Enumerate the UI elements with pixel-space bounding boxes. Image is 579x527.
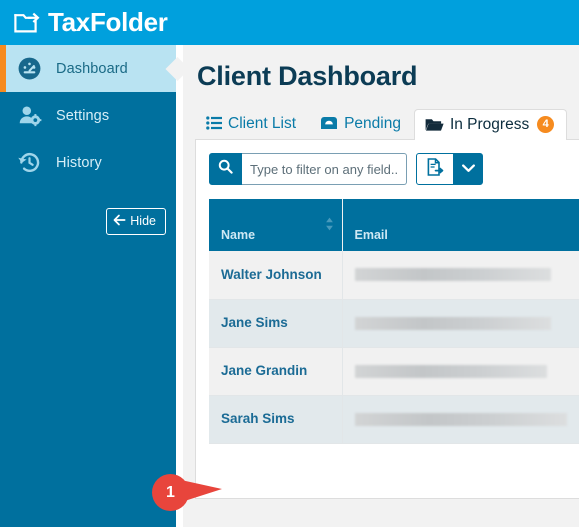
arrow-left-icon [113,214,126,229]
app-window: TaxFolder Dashboard Settings History Hid… [0,0,579,527]
hide-button-container: Hide [0,186,176,235]
cell-email [342,395,579,444]
search-input[interactable] [242,153,407,185]
column-header-email[interactable]: Email [342,199,579,251]
cell-email [342,299,579,348]
table-row[interactable]: Sarah Sims [209,395,579,444]
tab-label: In Progress [449,115,530,133]
sidebar-item-settings[interactable]: Settings [0,92,176,139]
redacted-email [354,364,547,378]
export-options-dropdown[interactable] [454,153,483,185]
dashboard-gauge-icon [16,56,42,82]
column-header-label: Name [221,228,256,242]
search-button[interactable] [209,153,242,185]
folder-arrow-icon [14,12,40,34]
magnifier-icon [218,159,233,179]
redacted-email [354,316,551,330]
table-head: Name Email [209,199,579,251]
sidebar-item-history[interactable]: History [0,139,176,186]
sidebar-item-dashboard[interactable]: Dashboard [0,45,176,92]
user-gear-icon [16,103,42,129]
sidebar-item-label: Settings [56,107,110,124]
hide-button-label: Hide [130,214,156,228]
page-title: Client Dashboard [197,61,418,91]
inbox-icon [320,116,338,131]
hide-sidebar-button[interactable]: Hide [106,208,166,235]
brand-header: TaxFolder [0,0,579,45]
chevron-down-icon [462,160,475,178]
sort-icon[interactable] [325,217,334,234]
content-panel: Name Email [195,139,579,499]
table-row[interactable]: Jane Sims [209,299,579,348]
search-group [209,153,407,185]
cell-email [342,347,579,396]
tab-badge-count: 4 [537,115,555,133]
tab-label: Client List [228,114,297,132]
column-header-name[interactable]: Name [209,199,343,251]
tab-client-list[interactable]: Client List [195,108,309,139]
redacted-email [354,412,567,426]
tab-label: Pending [344,114,401,132]
table-body: Walter Johnson Jane Sims Jane Grandin Sa… [209,251,579,444]
export-button-group [416,153,483,185]
column-header-label: Email [354,228,388,242]
table-header-row: Name Email [209,199,579,251]
client-table-container: Name Email Walter Johnson Jane Sims Jane… [209,199,579,444]
document-export-icon [427,157,444,181]
sidebar-item-label: History [56,154,102,171]
cell-name: Jane Grandin [209,347,343,396]
redacted-email [354,268,551,282]
cell-email [342,251,579,300]
open-folder-icon [425,117,444,132]
table-row[interactable]: Jane Grandin [209,347,579,396]
table-row[interactable]: Walter Johnson [209,251,579,300]
tab-in-progress[interactable]: In Progress 4 [413,108,568,140]
brand-title: TaxFolder [48,6,168,37]
client-table: Name Email Walter Johnson Jane Sims Jane… [209,199,579,444]
cell-name: Walter Johnson [209,251,343,300]
tab-bar: Client List Pending In Progress 4 [183,106,579,140]
filter-toolbar [209,153,579,185]
tab-pending[interactable]: Pending [309,108,414,139]
cell-name: Sarah Sims [209,395,343,444]
cell-name: Jane Sims [209,299,343,348]
main-content: Client Dashboard Client List Pending In … [183,45,579,527]
sidebar: Dashboard Settings History Hide [0,45,176,527]
export-button[interactable] [416,153,454,185]
sidebar-item-label: Dashboard [56,60,128,77]
list-icon [206,116,222,131]
clock-rewind-icon [16,150,42,176]
